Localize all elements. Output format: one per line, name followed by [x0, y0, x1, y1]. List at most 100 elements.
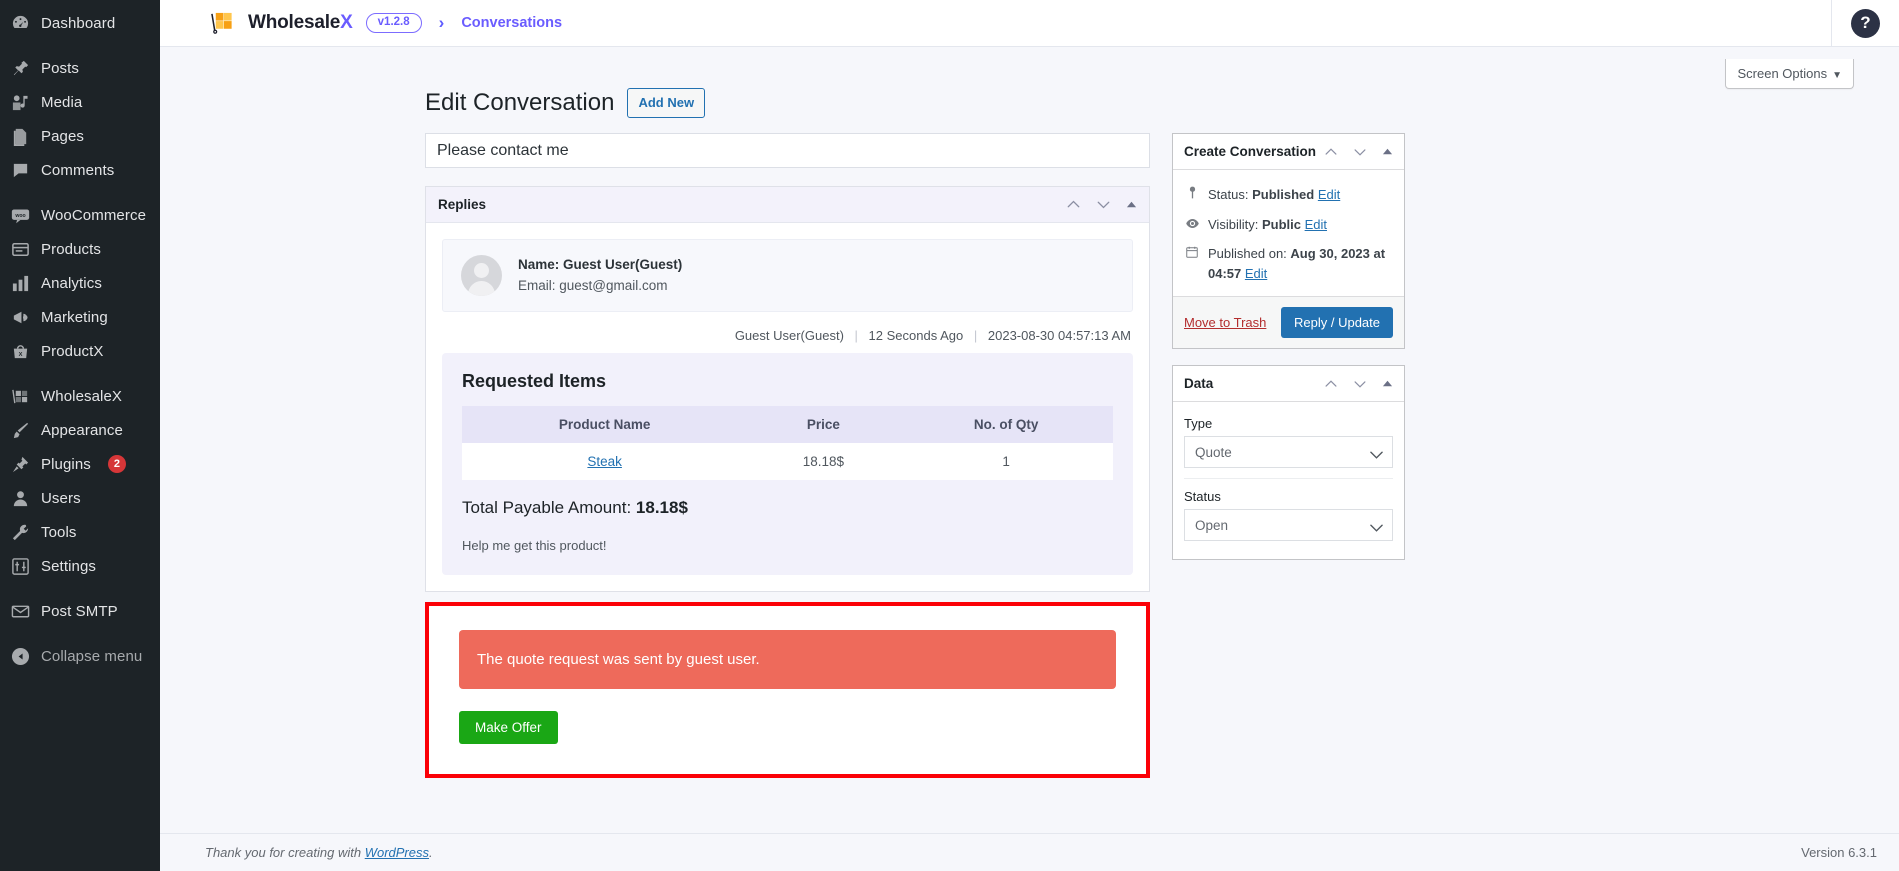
footer-version: Version 6.3.1	[1801, 845, 1877, 860]
product-link[interactable]: Steak	[587, 454, 622, 469]
media-icon	[10, 92, 30, 112]
sidebar-item-users[interactable]: Users	[0, 481, 160, 515]
sidebar-item-tools[interactable]: Tools	[0, 515, 160, 549]
edit-status-link[interactable]: Edit	[1318, 187, 1340, 202]
type-label: Type	[1184, 416, 1213, 432]
users-icon	[10, 488, 30, 508]
sidebar-item-label: ProductX	[41, 342, 104, 360]
sidebar-item-posts[interactable]: Posts	[0, 51, 160, 85]
sidebar-item-label: Comments	[41, 161, 115, 179]
make-offer-button[interactable]: Make Offer	[459, 711, 558, 745]
type-select[interactable]: Quote	[1184, 436, 1393, 469]
sidebar-item-pages[interactable]: Pages	[0, 119, 160, 153]
screen-options-label: Screen Options	[1737, 66, 1828, 81]
help-icon[interactable]: ?	[1851, 8, 1880, 38]
create-conversation-header: Create Conversation	[1173, 134, 1404, 171]
quote-request-alert: The quote request was sent by guest user…	[459, 629, 1116, 690]
plugins-icon	[10, 454, 30, 474]
sidebar-item-media[interactable]: Media	[0, 85, 160, 119]
admin-page: Dashboard Posts Media Pages Comments woo WooCo…	[0, 0, 1899, 871]
wordpress-link[interactable]: WordPress	[365, 845, 429, 860]
move-up-icon[interactable]	[1324, 145, 1338, 159]
breadcrumb-conversations[interactable]: Conversations	[461, 15, 562, 31]
sidebar-item-label: Plugins	[41, 455, 91, 473]
total-payable-label: Total Payable Amount:	[462, 497, 632, 517]
status-label: Status:	[1208, 187, 1249, 203]
visibility-text: Visibility: Public Edit	[1208, 215, 1327, 235]
column-header: No. of Qty	[899, 405, 1113, 443]
status-select-wrap: Open	[1184, 509, 1393, 542]
wholesalex-logo-icon	[210, 11, 235, 35]
reply-update-button[interactable]: Reply / Update	[1281, 307, 1393, 339]
wholesalex-icon	[10, 386, 30, 406]
sidebar-item-comments[interactable]: Comments	[0, 153, 160, 187]
published-label: Published on:	[1208, 246, 1287, 262]
reply-meta-author: Guest User(Guest)	[734, 327, 844, 343]
productx-icon: X	[10, 341, 30, 361]
appearance-brush-icon	[10, 420, 30, 440]
sidebar-item-post-smtp[interactable]: Post SMTP	[0, 594, 160, 628]
create-conversation-box: Create Conversation Status: Published Ed…	[1172, 133, 1405, 350]
data-box-header: Data	[1173, 366, 1404, 403]
sidebar-item-dashboard[interactable]: Dashboard	[0, 6, 160, 40]
conversation-title-input[interactable]	[425, 133, 1150, 169]
sidebar-item-analytics[interactable]: Analytics	[0, 266, 160, 300]
table-row: Steak 18.18$ 1	[462, 442, 1113, 480]
collapse-arrow-icon	[10, 646, 30, 666]
sidebar-item-label: WooCommerce	[41, 206, 147, 224]
sidebar-item-settings[interactable]: Settings	[0, 549, 160, 583]
reply-meta-separator-2: |	[973, 327, 978, 343]
screen-options-button[interactable]: Screen Options ▼	[1725, 59, 1854, 89]
posts-pin-icon	[10, 58, 30, 78]
add-new-button[interactable]: Add New	[627, 87, 706, 118]
create-conversation-title: Create Conversation	[1184, 144, 1317, 160]
sidebar-item-productx[interactable]: X ProductX	[0, 334, 160, 368]
move-up-icon[interactable]	[1066, 197, 1081, 212]
sidebar-item-label: Posts	[41, 59, 80, 77]
sidebar-item-woocommerce[interactable]: woo WooCommerce	[0, 198, 160, 232]
edit-visibility-link[interactable]: Edit	[1305, 217, 1327, 232]
sidebar-item-wholesalex[interactable]: WholesaleX	[0, 379, 160, 413]
toggle-panel-icon[interactable]	[1382, 378, 1393, 389]
footer-thanks: Thank you for creating with WordPress.	[205, 845, 433, 860]
cell-qty: 1	[899, 442, 1113, 480]
requested-items-table: Product Name Price No. of Qty Steak 18.18$ 1	[462, 405, 1113, 480]
move-down-icon[interactable]	[1353, 377, 1367, 391]
sidebar-item-products[interactable]: Products	[0, 232, 160, 266]
sidebar-item-label: Post SMTP	[41, 602, 118, 620]
published-row: Published on: Aug 30, 2023 at 04:57 Edit	[1184, 239, 1393, 288]
replies-metabox-title: Replies	[438, 197, 487, 213]
column-header: Product Name	[462, 405, 748, 443]
primary-column: Replies	[425, 133, 1150, 779]
column-header: Price	[747, 405, 900, 443]
products-icon	[10, 239, 30, 259]
toggle-panel-icon[interactable]	[1126, 199, 1137, 210]
create-conversation-body: Status: Published Edit Visibility: Publi…	[1173, 170, 1404, 296]
toggle-panel-icon[interactable]	[1382, 146, 1393, 157]
sidebar-item-collapse-menu[interactable]: Collapse menu	[0, 639, 160, 673]
sidebar-item-appearance[interactable]: Appearance	[0, 413, 160, 447]
status-text: Status: Published Edit	[1208, 185, 1340, 205]
svg-text:X: X	[18, 351, 22, 357]
move-down-icon[interactable]	[1353, 145, 1367, 159]
page-title: Edit Conversation	[425, 89, 615, 116]
sidebar-item-marketing[interactable]: Marketing	[0, 300, 160, 334]
sidebar-item-plugins[interactable]: Plugins 2	[0, 447, 160, 481]
topbar-right: ?	[1831, 0, 1899, 46]
move-up-icon[interactable]	[1324, 377, 1338, 391]
reply-meta-line: Guest User(Guest) | 12 Seconds Ago | 202…	[442, 312, 1133, 353]
edit-published-link[interactable]: Edit	[1245, 266, 1267, 281]
status-select[interactable]: Open	[1184, 509, 1393, 542]
main-region: WholesaleX v1.2.8 › Conversations ? Scre…	[160, 0, 1899, 871]
move-to-trash-link[interactable]: Move to Trash	[1184, 315, 1266, 330]
woocommerce-icon: woo	[10, 205, 30, 225]
calendar-icon	[1184, 244, 1200, 259]
comments-icon	[10, 160, 30, 180]
reply-author-card: Name: Guest User(Guest) Email: guest@gma…	[442, 239, 1133, 312]
total-payable-value: 18.18$	[635, 497, 688, 517]
move-down-icon[interactable]	[1096, 197, 1111, 212]
sidebar-item-label: Analytics	[41, 274, 102, 292]
sidebar-item-label: Dashboard	[41, 14, 116, 32]
analytics-bars-icon	[10, 273, 30, 293]
